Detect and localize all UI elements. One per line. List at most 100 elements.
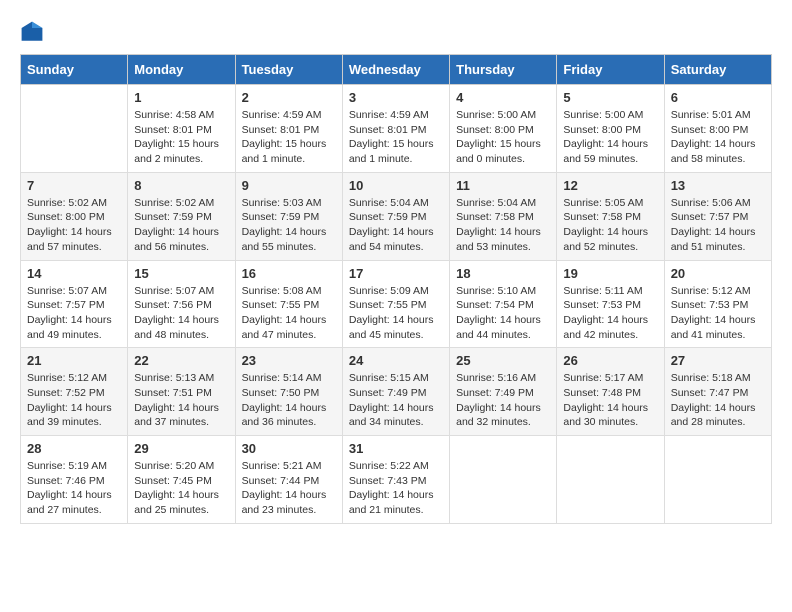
sunrise-text: Sunrise: 5:07 AM <box>27 285 107 297</box>
daylight-text: Daylight: 14 hours and 58 minutes. <box>671 138 756 165</box>
sunrise-text: Sunrise: 5:17 AM <box>563 372 643 384</box>
daylight-text: Daylight: 14 hours and 30 minutes. <box>563 402 648 429</box>
day-number: 11 <box>456 178 550 193</box>
day-number: 23 <box>242 353 336 368</box>
sunrise-text: Sunrise: 4:59 AM <box>349 109 429 121</box>
daylight-text: Daylight: 14 hours and 37 minutes. <box>134 402 219 429</box>
cell-info: Sunrise: 5:20 AM Sunset: 7:45 PM Dayligh… <box>134 459 228 518</box>
day-number: 26 <box>563 353 657 368</box>
sunset-text: Sunset: 7:59 PM <box>242 211 320 223</box>
cell-info: Sunrise: 5:07 AM Sunset: 7:57 PM Dayligh… <box>27 284 121 343</box>
sunset-text: Sunset: 7:43 PM <box>349 475 427 487</box>
day-number: 2 <box>242 90 336 105</box>
sunrise-text: Sunrise: 5:22 AM <box>349 460 429 472</box>
daylight-text: Daylight: 14 hours and 49 minutes. <box>27 314 112 341</box>
cell-info: Sunrise: 5:05 AM Sunset: 7:58 PM Dayligh… <box>563 196 657 255</box>
sunset-text: Sunset: 7:54 PM <box>456 299 534 311</box>
calendar-cell <box>21 85 128 173</box>
calendar-cell: 23 Sunrise: 5:14 AM Sunset: 7:50 PM Dayl… <box>235 348 342 436</box>
cell-info: Sunrise: 5:18 AM Sunset: 7:47 PM Dayligh… <box>671 371 765 430</box>
day-number: 14 <box>27 266 121 281</box>
cell-info: Sunrise: 5:08 AM Sunset: 7:55 PM Dayligh… <box>242 284 336 343</box>
calendar-cell: 30 Sunrise: 5:21 AM Sunset: 7:44 PM Dayl… <box>235 436 342 524</box>
sunrise-text: Sunrise: 5:04 AM <box>456 197 536 209</box>
day-number: 18 <box>456 266 550 281</box>
calendar-cell: 24 Sunrise: 5:15 AM Sunset: 7:49 PM Dayl… <box>342 348 449 436</box>
sunset-text: Sunset: 7:58 PM <box>456 211 534 223</box>
cell-info: Sunrise: 5:02 AM Sunset: 7:59 PM Dayligh… <box>134 196 228 255</box>
calendar-cell: 1 Sunrise: 4:58 AM Sunset: 8:01 PM Dayli… <box>128 85 235 173</box>
calendar-cell: 21 Sunrise: 5:12 AM Sunset: 7:52 PM Dayl… <box>21 348 128 436</box>
sunset-text: Sunset: 7:47 PM <box>671 387 749 399</box>
day-number: 6 <box>671 90 765 105</box>
sunset-text: Sunset: 7:59 PM <box>134 211 212 223</box>
sunrise-text: Sunrise: 4:59 AM <box>242 109 322 121</box>
sunset-text: Sunset: 7:48 PM <box>563 387 641 399</box>
daylight-text: Daylight: 14 hours and 59 minutes. <box>563 138 648 165</box>
calendar-cell <box>450 436 557 524</box>
day-number: 12 <box>563 178 657 193</box>
sunrise-text: Sunrise: 5:20 AM <box>134 460 214 472</box>
calendar-week-row: 7 Sunrise: 5:02 AM Sunset: 8:00 PM Dayli… <box>21 172 772 260</box>
daylight-text: Daylight: 14 hours and 51 minutes. <box>671 226 756 253</box>
sunset-text: Sunset: 7:57 PM <box>671 211 749 223</box>
daylight-text: Daylight: 14 hours and 56 minutes. <box>134 226 219 253</box>
daylight-text: Daylight: 14 hours and 23 minutes. <box>242 489 327 516</box>
sunrise-text: Sunrise: 5:11 AM <box>563 285 642 297</box>
daylight-text: Daylight: 14 hours and 47 minutes. <box>242 314 327 341</box>
day-number: 22 <box>134 353 228 368</box>
sunset-text: Sunset: 7:55 PM <box>349 299 427 311</box>
sunrise-text: Sunrise: 5:16 AM <box>456 372 536 384</box>
daylight-text: Daylight: 14 hours and 54 minutes. <box>349 226 434 253</box>
cell-info: Sunrise: 5:11 AM Sunset: 7:53 PM Dayligh… <box>563 284 657 343</box>
day-number: 25 <box>456 353 550 368</box>
sunset-text: Sunset: 7:49 PM <box>456 387 534 399</box>
calendar-cell: 14 Sunrise: 5:07 AM Sunset: 7:57 PM Dayl… <box>21 260 128 348</box>
cell-info: Sunrise: 4:58 AM Sunset: 8:01 PM Dayligh… <box>134 108 228 167</box>
sunset-text: Sunset: 7:52 PM <box>27 387 105 399</box>
cell-info: Sunrise: 5:03 AM Sunset: 7:59 PM Dayligh… <box>242 196 336 255</box>
logo <box>20 20 48 44</box>
sunset-text: Sunset: 7:51 PM <box>134 387 212 399</box>
calendar-cell: 27 Sunrise: 5:18 AM Sunset: 7:47 PM Dayl… <box>664 348 771 436</box>
sunrise-text: Sunrise: 5:05 AM <box>563 197 643 209</box>
cell-info: Sunrise: 5:12 AM Sunset: 7:53 PM Dayligh… <box>671 284 765 343</box>
day-number: 5 <box>563 90 657 105</box>
day-number: 29 <box>134 441 228 456</box>
daylight-text: Daylight: 14 hours and 42 minutes. <box>563 314 648 341</box>
calendar-cell: 11 Sunrise: 5:04 AM Sunset: 7:58 PM Dayl… <box>450 172 557 260</box>
day-number: 19 <box>563 266 657 281</box>
cell-info: Sunrise: 5:00 AM Sunset: 8:00 PM Dayligh… <box>456 108 550 167</box>
day-number: 10 <box>349 178 443 193</box>
cell-info: Sunrise: 5:01 AM Sunset: 8:00 PM Dayligh… <box>671 108 765 167</box>
day-number: 24 <box>349 353 443 368</box>
day-number: 27 <box>671 353 765 368</box>
calendar-week-row: 1 Sunrise: 4:58 AM Sunset: 8:01 PM Dayli… <box>21 85 772 173</box>
sunset-text: Sunset: 8:00 PM <box>563 124 641 136</box>
sunset-text: Sunset: 7:46 PM <box>27 475 105 487</box>
calendar-table: SundayMondayTuesdayWednesdayThursdayFrid… <box>20 54 772 524</box>
calendar-cell: 25 Sunrise: 5:16 AM Sunset: 7:49 PM Dayl… <box>450 348 557 436</box>
cell-info: Sunrise: 5:02 AM Sunset: 8:00 PM Dayligh… <box>27 196 121 255</box>
sunrise-text: Sunrise: 5:10 AM <box>456 285 536 297</box>
sunrise-text: Sunrise: 5:09 AM <box>349 285 429 297</box>
calendar-cell: 8 Sunrise: 5:02 AM Sunset: 7:59 PM Dayli… <box>128 172 235 260</box>
calendar-cell <box>557 436 664 524</box>
sunset-text: Sunset: 7:49 PM <box>349 387 427 399</box>
day-header-thursday: Thursday <box>450 55 557 85</box>
logo-icon <box>20 20 44 44</box>
calendar-cell: 9 Sunrise: 5:03 AM Sunset: 7:59 PM Dayli… <box>235 172 342 260</box>
day-number: 31 <box>349 441 443 456</box>
daylight-text: Daylight: 14 hours and 52 minutes. <box>563 226 648 253</box>
daylight-text: Daylight: 14 hours and 48 minutes. <box>134 314 219 341</box>
day-header-monday: Monday <box>128 55 235 85</box>
calendar-cell: 31 Sunrise: 5:22 AM Sunset: 7:43 PM Dayl… <box>342 436 449 524</box>
cell-info: Sunrise: 5:07 AM Sunset: 7:56 PM Dayligh… <box>134 284 228 343</box>
day-number: 30 <box>242 441 336 456</box>
sunset-text: Sunset: 8:01 PM <box>349 124 427 136</box>
sunset-text: Sunset: 8:00 PM <box>27 211 105 223</box>
sunset-text: Sunset: 7:45 PM <box>134 475 212 487</box>
sunset-text: Sunset: 7:55 PM <box>242 299 320 311</box>
calendar-cell: 2 Sunrise: 4:59 AM Sunset: 8:01 PM Dayli… <box>235 85 342 173</box>
sunrise-text: Sunrise: 5:01 AM <box>671 109 751 121</box>
